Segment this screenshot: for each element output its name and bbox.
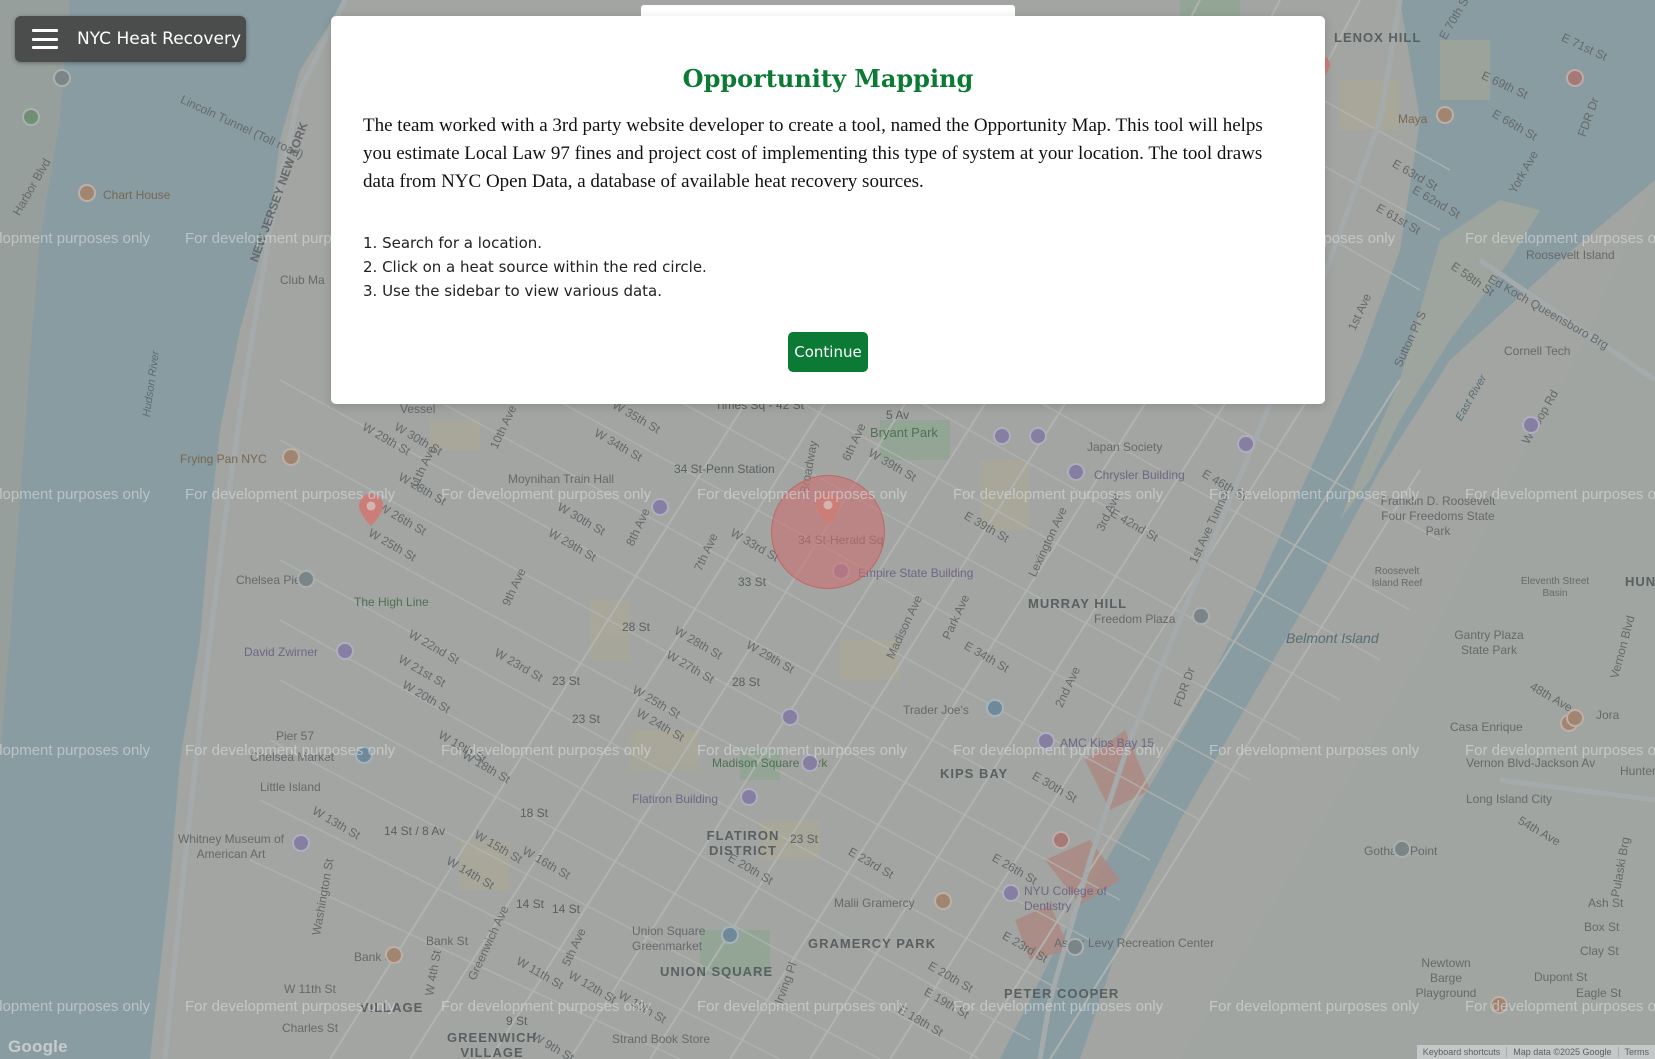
instruction-step: 2. Click on a heat source within the red… [363,258,707,276]
modal-title: Opportunity Mapping [682,64,974,93]
instruction-step: 1. Search for a location. [363,234,543,252]
instructions-list: 1. Search for a location. 2. Click on a … [363,231,707,303]
instruction-step: 3. Use the sidebar to view various data. [363,282,662,300]
intro-modal: Opportunity Mapping The team worked with… [331,16,1325,404]
app-title: NYC Heat Recovery [77,29,241,49]
app-menu-button[interactable]: NYC Heat Recovery [15,16,246,62]
continue-button[interactable]: Continue [788,332,868,372]
hamburger-menu-icon[interactable] [32,29,58,49]
modal-description: The team worked with a 3rd party website… [363,115,1263,192]
